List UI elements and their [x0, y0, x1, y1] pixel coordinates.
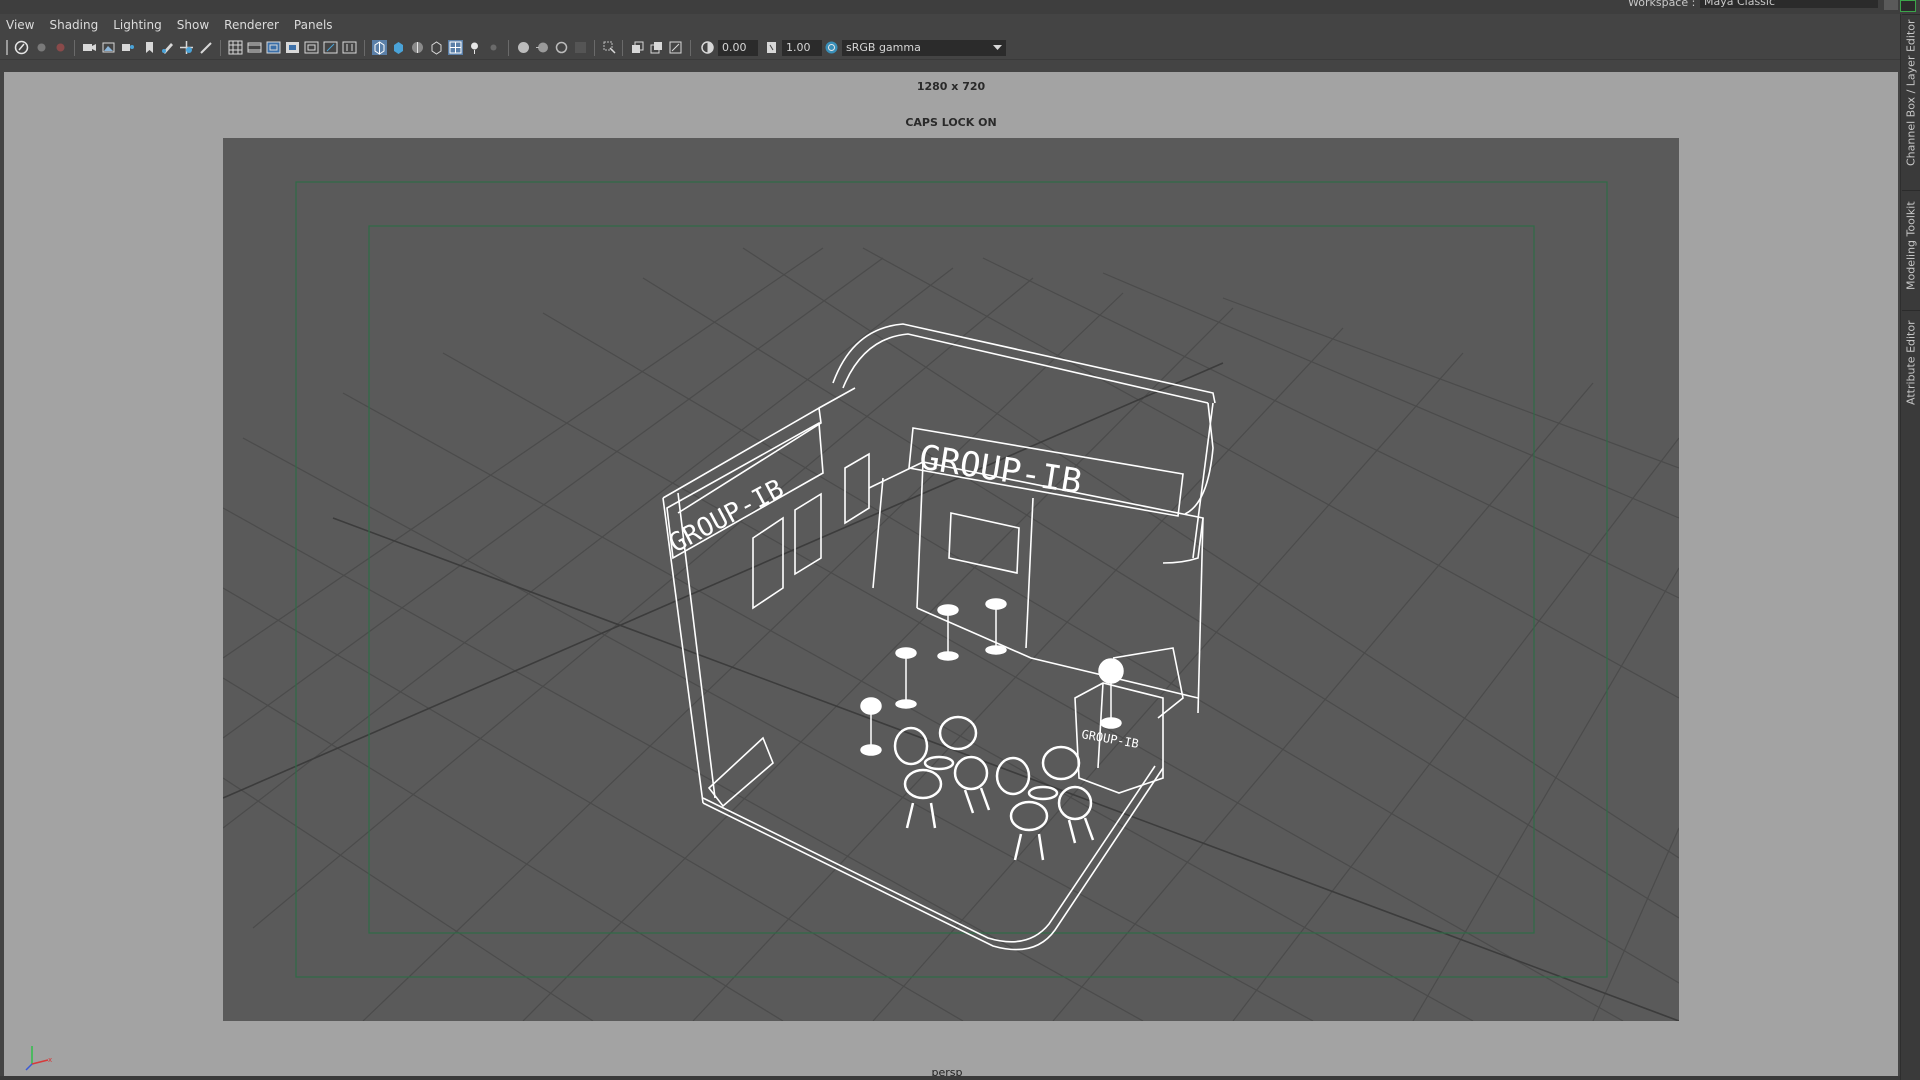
panel-toolbar: 0.00 1.00 sRGB gamma [0, 36, 1900, 60]
gamma-field[interactable]: 1.00 [782, 40, 822, 56]
tab-attribute-editor[interactable]: Attribute Editor [1902, 310, 1920, 414]
xray-joints-icon[interactable] [630, 40, 645, 55]
resolution-label: 1280 x 720 [916, 80, 986, 93]
anti-aliasing-icon[interactable] [554, 40, 569, 55]
lounge-chairs [893, 715, 1095, 861]
ambient-occlusion-icon[interactable] [516, 40, 531, 55]
select-camera-icon[interactable] [14, 40, 29, 55]
resolution-gate-icon[interactable] [266, 40, 281, 55]
view-transform-dropdown[interactable]: sRGB gamma [842, 40, 1006, 56]
viewport-panel: View Shading Lighting Show Renderer Pane… [0, 14, 1900, 1080]
exposure-icon[interactable] [700, 40, 715, 55]
gate-mask-icon[interactable] [285, 40, 300, 55]
workspace-label: Workspace : [1628, 0, 1696, 9]
grease-pencil-icon[interactable] [160, 40, 175, 55]
chevron-down-icon[interactable] [990, 40, 1005, 55]
menu-lighting[interactable]: Lighting [113, 18, 162, 32]
workspace-dropdown[interactable]: Maya Classic [1700, 0, 1878, 8]
motion-blur-icon[interactable] [535, 40, 550, 55]
scene-wireframe: GROUP-IB GROUP-IB GROUP-IB [223, 181, 1679, 1021]
shadow-icon[interactable] [486, 40, 501, 55]
gamma-icon[interactable] [764, 40, 779, 55]
menu-shading[interactable]: Shading [49, 18, 98, 32]
menu-show[interactable]: Show [177, 18, 209, 32]
film-gate-icon[interactable] [247, 40, 262, 55]
right-dock-tabs: Channel Box / Layer Editor Modeling Tool… [1900, 14, 1920, 1080]
depth-of-field-icon[interactable] [573, 40, 588, 55]
maya-window: Workspace : Maya Classic View Shading Li… [0, 0, 1920, 1080]
safe-action-icon[interactable] [323, 40, 338, 55]
bookmark-icon[interactable] [53, 40, 68, 55]
xray-icon[interactable] [448, 40, 463, 55]
panel-menubar: View Shading Lighting Show Renderer Pane… [0, 14, 1900, 36]
workspace-strip: Workspace : Maya Classic [0, 0, 1920, 14]
bottom-border [0, 1076, 1900, 1080]
wireframe-on-shaded-icon[interactable] [410, 40, 425, 55]
svg-text:x: x [48, 1056, 52, 1064]
image-plane-icon[interactable] [101, 40, 116, 55]
wireframe-icon[interactable] [372, 40, 387, 55]
bookmark-camera-icon[interactable] [142, 40, 157, 55]
sidebar-toggle-icon[interactable] [1900, 0, 1916, 12]
workspace-options-button[interactable] [1884, 0, 1898, 10]
grease-pencil-tool-icon[interactable] [199, 40, 214, 55]
color-management-icon[interactable] [824, 40, 839, 55]
exposure-field[interactable]: 0.00 [718, 40, 758, 56]
tab-modeling-toolkit[interactable]: Modeling Toolkit [1902, 190, 1920, 300]
isolate-icon[interactable] [602, 40, 617, 55]
safe-action-frame [295, 181, 1608, 978]
field-chart-icon[interactable] [304, 40, 319, 55]
perspective-viewport[interactable]: 1280 x 720 CAPS LOCK ON GROUP-IB GROUP-I… [4, 72, 1898, 1080]
menu-view[interactable]: View [6, 18, 34, 32]
tab-channel-box[interactable]: Channel Box / Layer Editor [1902, 14, 1920, 170]
backface-culling-icon[interactable] [668, 40, 683, 55]
back-wall-logo: GROUP-IB [917, 437, 1085, 502]
xray-active-components-icon[interactable] [649, 40, 664, 55]
ground-grid [223, 247, 1679, 1021]
2d-pan-zoom-icon[interactable] [179, 40, 194, 55]
toolbar-handle-icon[interactable] [6, 40, 8, 55]
safe-title-icon[interactable] [342, 40, 357, 55]
shaded-icon[interactable] [391, 40, 406, 55]
resolution-gate: GROUP-IB GROUP-IB GROUP-IB [223, 138, 1679, 1021]
safe-title-frame [368, 225, 1535, 934]
light-icon[interactable] [467, 40, 482, 55]
caps-lock-warning: CAPS LOCK ON [905, 116, 997, 129]
camera-attributes-icon[interactable] [120, 40, 135, 55]
menu-renderer[interactable]: Renderer [224, 18, 279, 32]
menu-panels[interactable]: Panels [294, 18, 333, 32]
grid-icon[interactable] [228, 40, 243, 55]
lock-camera-icon[interactable] [34, 40, 49, 55]
texture-icon[interactable] [429, 40, 444, 55]
booth-model [662, 323, 1216, 951]
camera-icon[interactable] [82, 40, 97, 55]
